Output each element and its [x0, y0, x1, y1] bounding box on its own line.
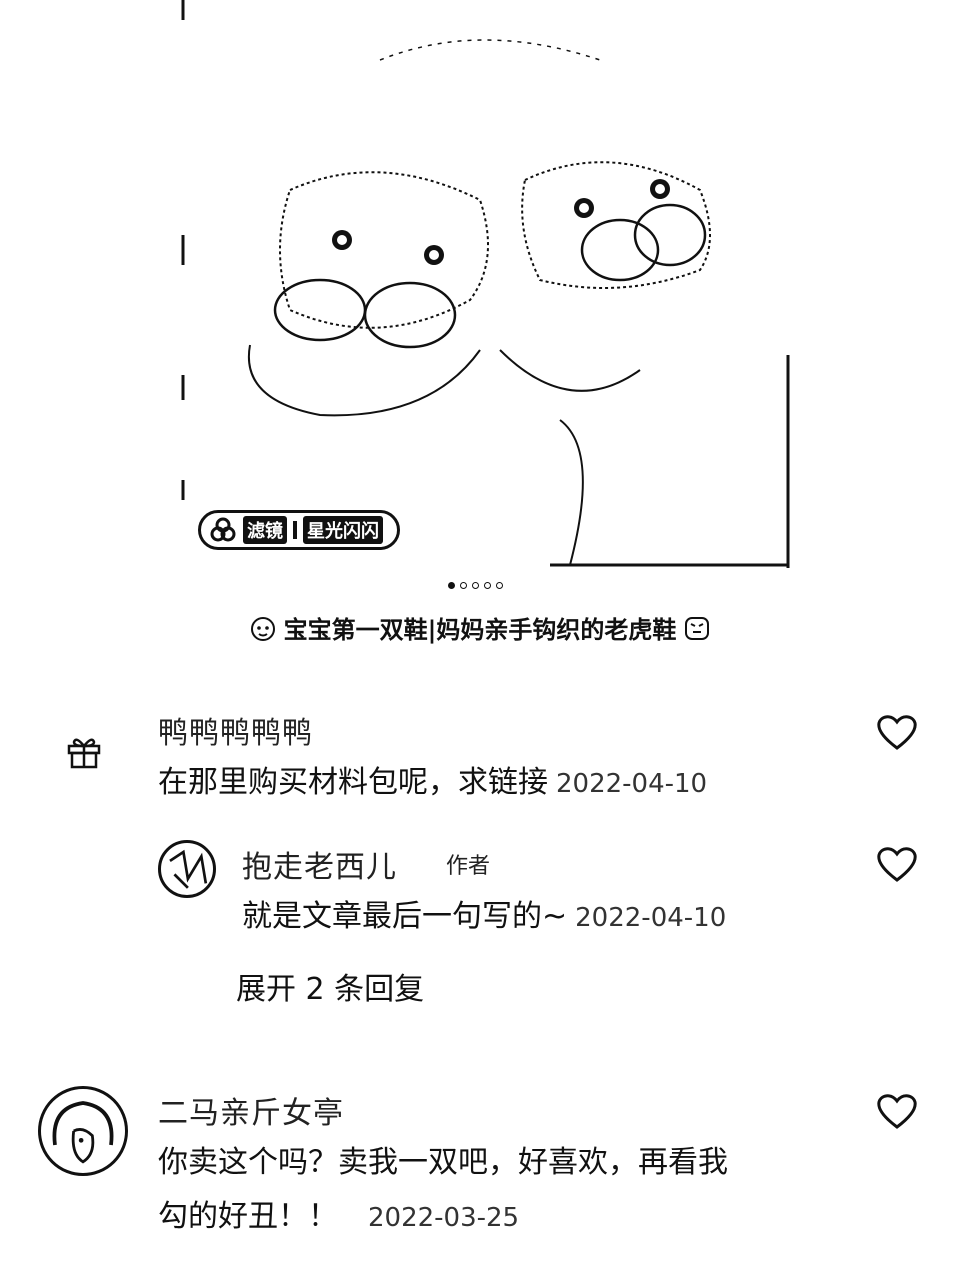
comment-username[interactable]: 鸭鸭鸭鸭鸭 [158, 708, 313, 752]
reply-body: 就是文章最后一句写的~ [242, 899, 568, 934]
carousel-dot[interactable] [448, 582, 455, 589]
post-caption: 宝宝第一双鞋|妈妈亲手钩织的老虎鞋 [0, 610, 960, 645]
comment-username[interactable]: 二马亲斤女亭 [158, 1088, 344, 1132]
comment-date: 2022-04-10 [556, 769, 708, 799]
comment-text-line1: 你卖这个吗？卖我一双吧，好喜欢，再看我 [158, 1145, 728, 1180]
user-avatar-image [169, 849, 208, 889]
carousel-indicator[interactable] [448, 582, 503, 589]
carousel-dot[interactable] [496, 582, 503, 589]
user-avatar-image [52, 1101, 114, 1164]
comment-text: 在那里购买材料包呢，求链接 2022-04-10 [158, 756, 707, 811]
avatar[interactable] [158, 840, 216, 898]
heart-icon [877, 715, 917, 750]
comment-date: 2022-03-25 [368, 1203, 520, 1233]
filter-divider [293, 521, 297, 539]
carousel-dot[interactable] [472, 582, 479, 589]
filter-badge[interactable]: 滤镜 星光闪闪 [198, 510, 400, 550]
filter-label: 滤镜 [243, 516, 287, 544]
tiger-emoji-icon [685, 616, 710, 640]
reply-username[interactable]: 抱走老西儿 [242, 842, 397, 886]
comment-body: 在那里购买材料包呢，求链接 [158, 765, 548, 800]
comment-text-line2: 勾的好丑！！ 2022-03-25 [158, 1190, 519, 1245]
post-photo[interactable] [180, 0, 792, 570]
avatar[interactable] [38, 1086, 128, 1176]
filter-icon [210, 517, 236, 542]
caption-text: 宝宝第一双鞋|妈妈亲手钩织的老虎鞋 [283, 616, 677, 644]
carousel-dot[interactable] [484, 582, 491, 589]
filter-name: 星光闪闪 [303, 516, 383, 544]
author-badge: 作者 [446, 854, 491, 879]
like-button[interactable] [876, 845, 918, 883]
heart-icon [877, 847, 917, 882]
gift-icon[interactable] [66, 733, 102, 769]
like-button[interactable] [876, 713, 918, 751]
like-button[interactable] [876, 1092, 918, 1130]
expand-replies-button[interactable]: 展开 2 条回复 [236, 964, 424, 1008]
heart-icon [877, 1094, 917, 1129]
baby-emoji-icon [250, 616, 275, 641]
reply-date: 2022-04-10 [575, 903, 727, 933]
tiger-shoes-image [181, 0, 790, 568]
comment-body: 勾的好丑！！ [158, 1199, 338, 1234]
reply-text: 就是文章最后一句写的~ 2022-04-10 [242, 890, 726, 945]
carousel-dot[interactable] [460, 582, 467, 589]
